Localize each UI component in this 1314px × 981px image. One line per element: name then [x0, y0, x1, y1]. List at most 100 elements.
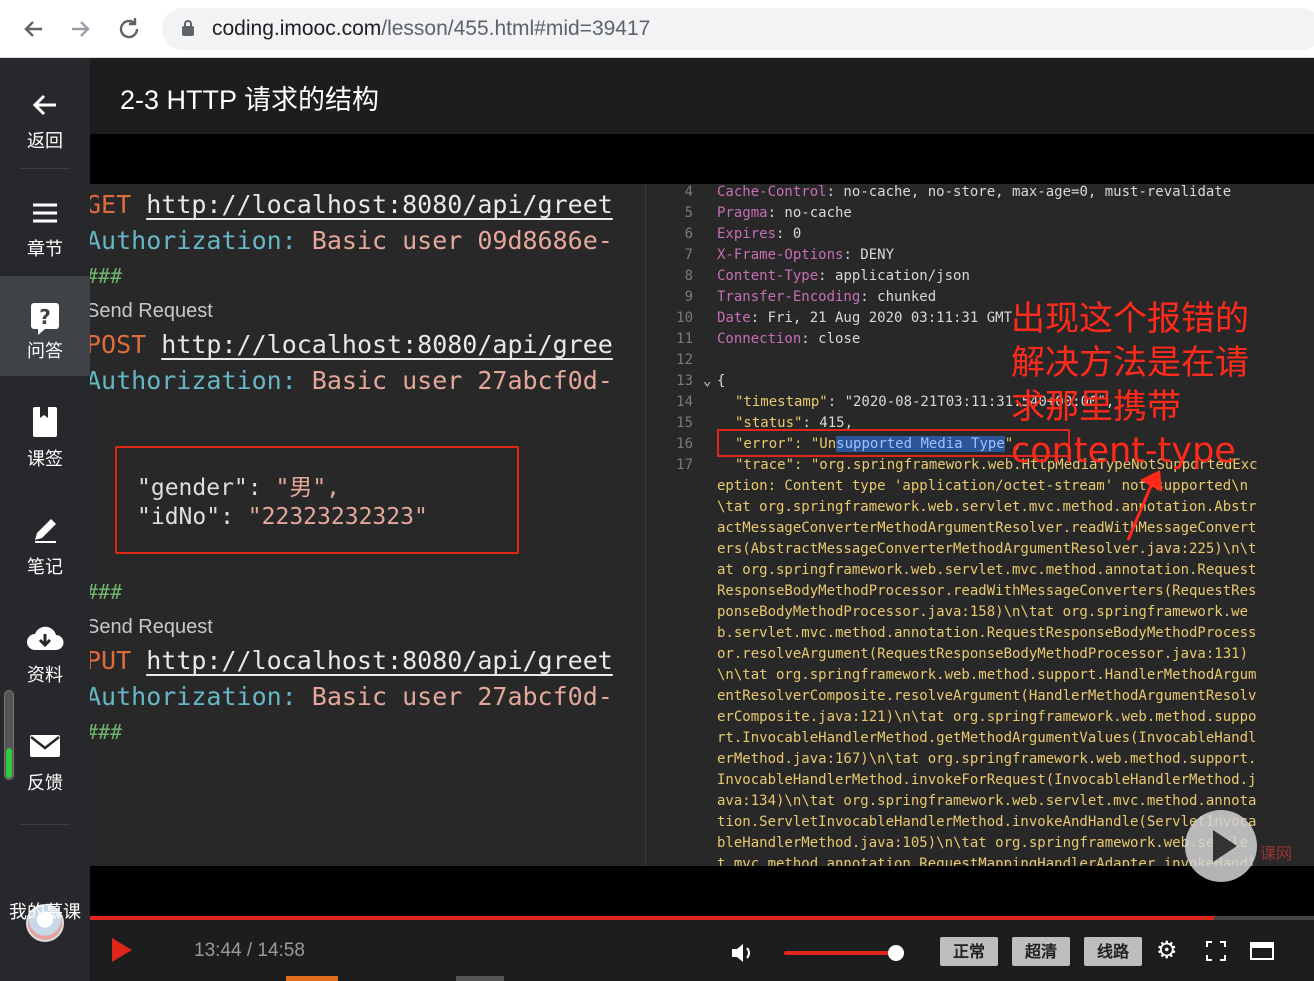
big-play-button[interactable]	[1185, 810, 1257, 882]
trace-line: \n\tat org.springframework.web.method.su…	[717, 667, 1257, 683]
code-line-post: POST http://localhost:8080/api/gree	[90, 330, 613, 359]
quality-button[interactable]: 超清	[1012, 937, 1070, 966]
sidebar-divider	[20, 824, 70, 825]
sidebar-item-my-imooc[interactable]: 我的慕课	[0, 836, 90, 936]
response-header-line: Content-Type: application/json	[717, 268, 970, 284]
sidebar-item-materials[interactable]: 资料	[0, 600, 90, 700]
send-request-link[interactable]: Send Request	[90, 616, 213, 639]
line-number: 16	[676, 436, 693, 452]
question-icon: ?	[0, 296, 90, 335]
json-body-highlight: "gender": "男", "idNo": "22323232323"	[115, 446, 519, 554]
annotation-arrow-icon	[1126, 470, 1162, 541]
url-text[interactable]: coding.imooc.com/lesson/455.html#mid=394…	[212, 17, 650, 41]
line-button[interactable]: 线路	[1084, 937, 1142, 966]
sidebar-item-feedback[interactable]: 反馈	[0, 708, 90, 808]
volume-slider[interactable]	[784, 951, 896, 955]
bookmark-icon	[0, 404, 90, 440]
line-number: 10	[676, 310, 693, 326]
browser-toolbar: coding.imooc.com/lesson/455.html#mid=394…	[0, 0, 1314, 58]
lock-icon[interactable]	[182, 20, 194, 36]
line-number: 7	[684, 247, 693, 263]
trace-line: t.mvc.method.annotation.RequestMappingHa…	[717, 856, 1257, 866]
speaker-icon[interactable]	[730, 941, 756, 965]
sidebar-item-chapters[interactable]: 章节	[0, 174, 90, 274]
trace-line: bleHandlerMethod.java:105)\n\tat org.spr…	[717, 835, 1249, 851]
reload-icon[interactable]	[114, 14, 144, 44]
separator-hash: ###	[90, 720, 123, 744]
line-number: 6	[684, 226, 693, 242]
response-header-line: Date: Fri, 21 Aug 2020 03:11:31 GMT	[717, 310, 1013, 326]
sidebar-item-label: 资料	[27, 665, 63, 686]
pencil-icon	[0, 512, 90, 548]
sidebar-item-back[interactable]: 返回	[0, 66, 90, 166]
volume-knob[interactable]	[888, 945, 904, 961]
trace-line: rt.InvocableHandlerMethod.getMethodArgum…	[717, 730, 1257, 746]
red-annotation: 出现这个报错的 解决方法是在请 求那里携带 content-type	[1011, 297, 1291, 473]
line-number: 14	[676, 394, 693, 410]
code-line-put: PUT http://localhost:8080/api/greet	[90, 646, 613, 675]
json-brace: {	[717, 373, 726, 389]
gear-icon[interactable]: ⚙	[1156, 936, 1178, 964]
sidebar-item-label: 问答	[27, 341, 63, 362]
line-number: 17	[676, 457, 693, 473]
sidebar-item-label: 返回	[27, 131, 63, 152]
play-icon	[1213, 830, 1237, 862]
trace-line: ponseBodyMethodProcessor.java:158)\n\tat…	[717, 604, 1249, 620]
watermark-text: 课网	[1260, 844, 1293, 863]
trace-line: ava:134)\n\tat org.springframework.web.s…	[717, 793, 1257, 809]
code-line-auth: Authorization: Basic user 09d8686e-	[90, 226, 613, 255]
response-header-line: Connection: close	[717, 331, 861, 347]
trace-line: entResolverComposite.resolveArgument(Han…	[717, 688, 1257, 704]
video-player[interactable]: GET http://localhost:8080/api/greet Auth…	[90, 134, 1314, 916]
send-request-link[interactable]: Send Request	[90, 300, 213, 323]
response-header-line: Expires: 0	[717, 226, 802, 242]
sidebar-item-label: 章节	[27, 239, 63, 260]
code-line-auth: Authorization: Basic user 27abcf0d-	[90, 366, 613, 395]
annotation-line: 解决方法是在请	[1011, 343, 1249, 383]
code-line-auth: Authorization: Basic user 27abcf0d-	[90, 682, 613, 711]
response-header-line: Pragma: no-cache	[717, 205, 852, 221]
response-header-line: X-Frame-Options: DENY	[717, 247, 895, 263]
address-bar[interactable]: coding.imooc.com/lesson/455.html#mid=394…	[162, 8, 1314, 50]
trace-line: b.servlet.mvc.method.annotation.RequestR…	[717, 625, 1257, 641]
course-sidebar: 返回 章节 ? 问答 课签 笔记 资料 反馈 我的慕课	[0, 58, 90, 981]
forward-arrow-icon[interactable]	[66, 14, 96, 44]
sidebar-item-label: 反馈	[27, 773, 63, 794]
cloud-download-icon	[0, 620, 90, 656]
trace-line: tion.ServletInvocableHandlerMethod.invok…	[717, 814, 1257, 830]
mail-icon	[0, 728, 90, 764]
response-header-line: Transfer-Encoding: chunked	[717, 289, 937, 305]
trace-line: InvocableHandlerMethod.invokeForRequest(…	[717, 772, 1257, 788]
annotation-line: 出现这个报错的	[1011, 299, 1249, 339]
annotation-line: content-type	[1011, 431, 1236, 471]
sidebar-item-label: 我的慕课	[9, 902, 81, 923]
menu-icon	[0, 194, 90, 230]
trace-line: ResponseBodyMethodProcessor.readWithMess…	[717, 583, 1257, 599]
speed-button[interactable]: 正常	[940, 937, 998, 966]
lesson-header: 2-3 HTTP 请求的结构	[90, 58, 1314, 134]
http-response-panel: 4 Cache-Control: no-cache, no-store, max-…	[645, 184, 1314, 866]
json-idno-line: "idNo": "22323232323"	[137, 504, 428, 530]
line-number: 4	[684, 184, 693, 200]
back-arrow-icon[interactable]	[18, 14, 48, 44]
annotation-line: 求那里携带	[1011, 387, 1181, 427]
sidebar-item-qa[interactable]: ? 问答	[0, 276, 90, 376]
response-header-line: Cache-Control: no-cache, no-store, max-a…	[717, 184, 1232, 200]
play-icon[interactable]	[112, 938, 132, 962]
trace-line: or.resolveArgument(RequestResponseBodyMe…	[717, 646, 1249, 662]
line-number: 9	[684, 289, 693, 305]
code-line-get: GET http://localhost:8080/api/greet	[90, 190, 613, 219]
sidebar-item-bookmarks[interactable]: 课签	[0, 384, 90, 484]
page-title: 2-3 HTTP 请求的结构	[120, 85, 380, 115]
trace-line: erComposite.java:121)\n\tat org.springfr…	[717, 709, 1257, 725]
line-number: 13	[676, 373, 693, 389]
separator-hash: ###	[90, 580, 123, 604]
fullscreen-icon[interactable]	[1206, 941, 1226, 961]
line-number: 5	[684, 205, 693, 221]
sidebar-item-notes[interactable]: 笔记	[0, 492, 90, 592]
fold-chevron-icon[interactable]: ⌄	[703, 373, 711, 389]
player-controls: 13:44 / 14:58 正常 超清 线路 ⚙	[90, 920, 1314, 981]
line-number: 11	[676, 331, 693, 347]
theater-mode-icon[interactable]	[1250, 942, 1274, 960]
http-request-editor: GET http://localhost:8080/api/greet Auth…	[90, 184, 645, 866]
